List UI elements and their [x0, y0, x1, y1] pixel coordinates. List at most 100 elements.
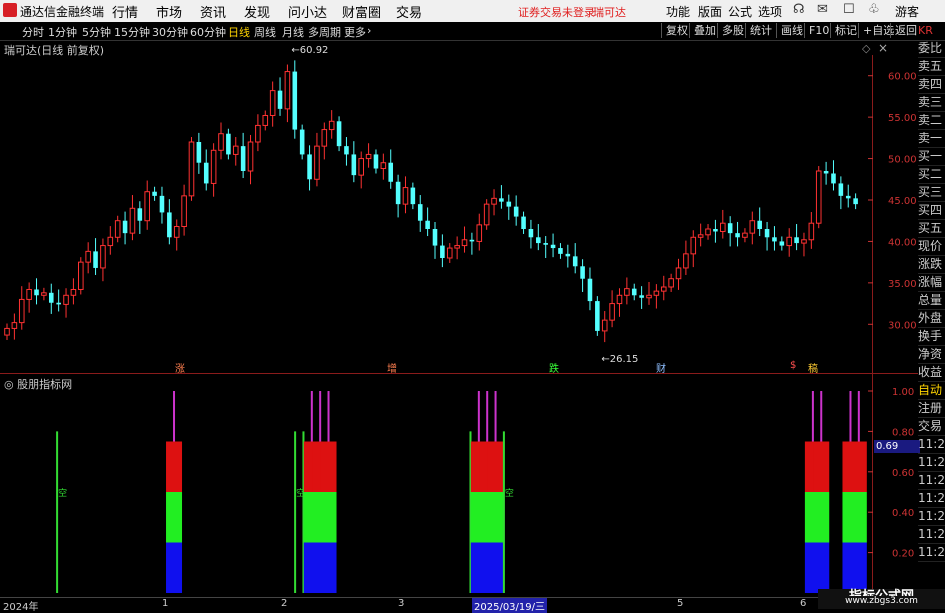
- indicator-icon[interactable]: ◎: [4, 378, 14, 391]
- quote-panel-item[interactable]: 卖五: [918, 58, 945, 76]
- chevron-right-icon[interactable]: ›: [367, 24, 371, 37]
- quote-panel-item[interactable]: 买三: [918, 184, 945, 202]
- quote-panel-item[interactable]: 涨幅: [918, 274, 945, 292]
- quote-panel-item[interactable]: 11:29: [918, 526, 945, 544]
- candle-body: [365, 153, 372, 160]
- period-multi[interactable]: 多周期: [308, 24, 341, 40]
- close-icon[interactable]: ×: [878, 41, 888, 55]
- toolbar-mark[interactable]: 标记: [830, 23, 861, 38]
- toolbar-f10[interactable]: F10: [804, 23, 833, 38]
- quote-panel-item[interactable]: 换手: [918, 328, 945, 346]
- price-chart[interactable]: 60.00 55.00 50.00 45.00 40.00 35.00 30.00 空 空 空 空…: [0, 0, 945, 609]
- menu-item-news[interactable]: 资讯: [200, 2, 226, 21]
- period-60min[interactable]: 60分钟: [190, 24, 226, 40]
- quote-panel-item[interactable]: 卖三: [918, 94, 945, 112]
- date-axis-label: 2024年: [3, 602, 39, 613]
- quote-panel-item[interactable]: 委比: [918, 40, 945, 58]
- indicator-axis-label: 1.00: [892, 387, 914, 398]
- event-marker[interactable]: 稿: [808, 360, 818, 375]
- message-icon[interactable]: ☐: [843, 2, 855, 17]
- quote-panel-item[interactable]: 11:29: [918, 436, 945, 454]
- menu-item-quotes[interactable]: 行情: [112, 2, 138, 21]
- candle-body: [78, 261, 84, 290]
- period-weekly[interactable]: 周线: [254, 24, 276, 40]
- quote-panel-item[interactable]: 11:29: [918, 472, 945, 490]
- period-tick[interactable]: 分时: [22, 24, 44, 40]
- quote-panel-item[interactable]: 买二: [918, 166, 945, 184]
- period-5min[interactable]: 5分钟: [82, 24, 111, 40]
- candle-body: [580, 266, 585, 279]
- toolbar-restore-right[interactable]: 复权: [661, 23, 692, 38]
- event-marker[interactable]: 财: [656, 360, 666, 375]
- candle-body: [129, 207, 136, 234]
- quote-panel-item[interactable]: 总量: [918, 292, 945, 310]
- candle-body: [838, 183, 844, 196]
- toolbar-back[interactable]: 返回: [890, 23, 921, 38]
- quote-panel-item[interactable]: 买一: [918, 148, 945, 166]
- indicator-bar-segment: [320, 542, 337, 593]
- indicator-current-value: 0.69: [874, 440, 920, 453]
- quote-panel-item[interactable]: 11:29: [918, 490, 945, 508]
- menu-item-ask[interactable]: 问小达: [288, 2, 327, 21]
- quote-panel-item[interactable]: 卖二: [918, 112, 945, 130]
- stock-name-header: 瑞可达: [593, 6, 626, 19]
- quote-panel-item[interactable]: 11:29: [918, 454, 945, 472]
- period-more[interactable]: 更多: [344, 24, 366, 40]
- quote-panel-item[interactable]: 11:29: [918, 508, 945, 526]
- mail-icon[interactable]: ✉: [817, 2, 828, 17]
- quote-panel-item[interactable]: 收益: [918, 364, 945, 382]
- quote-panel-item[interactable]: 卖四: [918, 76, 945, 94]
- event-marker[interactable]: 跌: [549, 360, 559, 375]
- period-monthly[interactable]: 月线: [282, 24, 304, 40]
- indicator-bar-segment: [487, 492, 504, 543]
- toolbar-statistics[interactable]: 统计: [745, 23, 776, 38]
- quote-panel-item[interactable]: 涨跌: [918, 256, 945, 274]
- toolbar-multi-stock[interactable]: 多股: [717, 23, 748, 38]
- candle-body: [675, 267, 682, 280]
- date-axis-label: 6: [800, 598, 807, 609]
- candle-body: [595, 301, 600, 331]
- candle-body: [107, 236, 114, 247]
- menu-item-discover[interactable]: 发现: [244, 2, 270, 21]
- event-marker[interactable]: $: [790, 360, 796, 371]
- candle-body: [772, 237, 777, 242]
- menu-item-market[interactable]: 市场: [156, 2, 182, 21]
- toolbar-draw-line[interactable]: 画线: [776, 23, 807, 38]
- indicator-label: 空: [505, 487, 514, 499]
- event-marker[interactable]: 涨: [175, 360, 185, 375]
- indicator-axis-label: 0.60: [892, 468, 914, 479]
- candle-body: [513, 206, 519, 217]
- quote-panel-item[interactable]: 外盘: [918, 310, 945, 328]
- quote-panel-item[interactable]: 现价: [918, 238, 945, 256]
- candle-body: [749, 220, 756, 234]
- diamond-icon[interactable]: ◇: [862, 42, 870, 55]
- quote-panel-item[interactable]: 买五: [918, 220, 945, 238]
- toolbar-overlay[interactable]: 叠加: [689, 23, 720, 38]
- headset-icon[interactable]: ☊: [793, 2, 805, 17]
- menu-item-trade[interactable]: 交易: [396, 2, 422, 21]
- event-marker[interactable]: 增: [387, 360, 397, 375]
- menu-item-formula[interactable]: 公式: [728, 3, 752, 20]
- indicator-axis-label: 0.20: [892, 549, 914, 560]
- quote-panel-item[interactable]: 自动: [918, 382, 945, 400]
- quote-panel-item[interactable]: 11:29: [918, 544, 945, 562]
- period-daily[interactable]: 日线: [228, 24, 250, 40]
- menu-item-options[interactable]: 选项: [758, 3, 782, 20]
- shirt-icon[interactable]: ♧: [868, 2, 880, 17]
- period-15min[interactable]: 15分钟: [114, 24, 150, 40]
- guest-button[interactable]: 游客: [895, 3, 919, 20]
- candle-body: [269, 90, 276, 116]
- quote-panel-item[interactable]: 注册: [918, 400, 945, 418]
- period-1min[interactable]: 1分钟: [48, 24, 77, 40]
- quote-panel-item[interactable]: 卖一: [918, 130, 945, 148]
- candle-body: [122, 220, 128, 234]
- menu-item-layout[interactable]: 版面: [698, 3, 722, 20]
- menu-item-wealth[interactable]: 财富圈: [342, 2, 381, 21]
- quote-panel-item[interactable]: 买四: [918, 202, 945, 220]
- quote-panel-item[interactable]: 交易: [918, 418, 945, 436]
- quote-panel-item[interactable]: 净资: [918, 346, 945, 364]
- scroll-right-indicator[interactable]: KR: [918, 22, 945, 40]
- candle-body: [565, 253, 571, 257]
- period-30min[interactable]: 30分钟: [152, 24, 188, 40]
- menu-item-function[interactable]: 功能: [666, 3, 690, 20]
